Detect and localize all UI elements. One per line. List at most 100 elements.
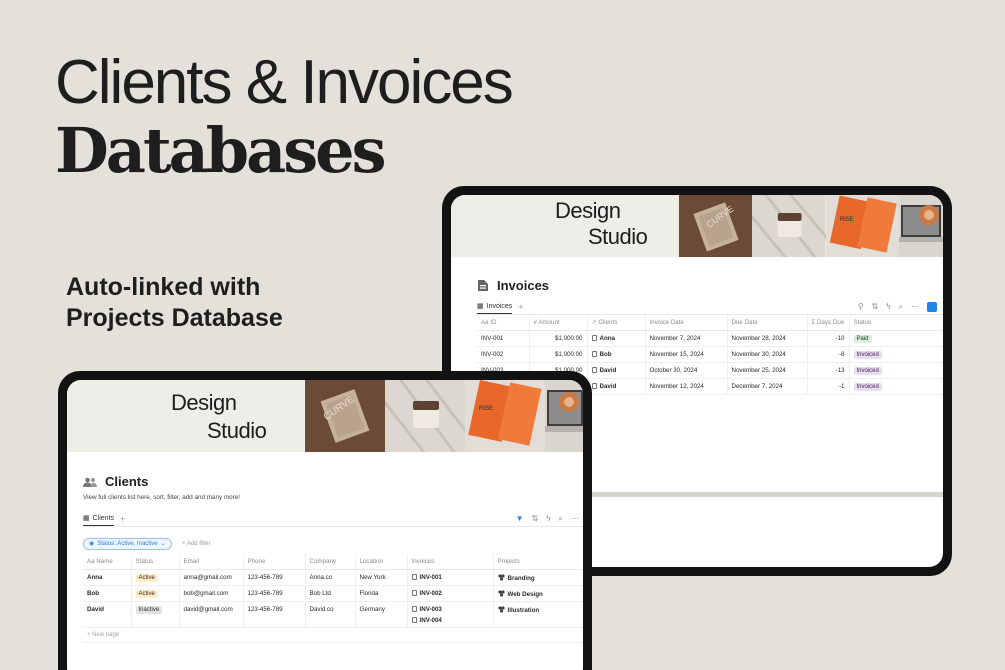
page-icon: [411, 616, 417, 623]
add-view-button[interactable]: +: [518, 302, 523, 312]
brand-logo: Design Studio: [451, 195, 679, 257]
client-email[interactable]: bob@gmail.com: [179, 585, 244, 602]
col-due-date[interactable]: Due Date: [727, 315, 808, 331]
invoice-client-cell[interactable]: Anna: [587, 330, 646, 347]
project-link[interactable]: Illustration: [508, 607, 540, 614]
client-status-cell[interactable]: Inactive: [131, 601, 180, 628]
invoice-client-cell[interactable]: David: [587, 362, 646, 379]
col-phone[interactable]: Phone: [243, 554, 306, 570]
sort-icon[interactable]: ⇅: [872, 302, 879, 311]
col-id[interactable]: Aa ID: [477, 315, 530, 331]
add-filter-button[interactable]: + Add filter: [182, 541, 211, 547]
client-name[interactable]: Anna: [83, 569, 132, 586]
brand-line1: Design: [171, 390, 237, 415]
search-icon[interactable]: ⌕: [559, 514, 563, 524]
new-button[interactable]: [927, 301, 937, 312]
hero-subtitle-line2: Projects Database: [66, 304, 283, 332]
filter-icon[interactable]: ⚲: [858, 302, 864, 311]
col-status[interactable]: Status: [849, 315, 943, 331]
invoice-status-cell[interactable]: Invoiced: [849, 346, 943, 363]
invoice-amount: $1,000.00: [529, 346, 588, 363]
invoice-status-cell[interactable]: Invoiced: [849, 362, 943, 379]
invoice-client[interactable]: Bob: [600, 351, 612, 358]
col-amount[interactable]: # Amount: [529, 315, 588, 331]
page-icon: [411, 605, 417, 612]
tab-invoices[interactable]: ▦ Invoices: [477, 299, 513, 314]
tablet-clients: Design Studio CURVE RISE Clients View fu…: [58, 371, 592, 670]
col-company[interactable]: Company: [305, 554, 356, 570]
invoice-client[interactable]: David: [600, 383, 617, 390]
invoice-link[interactable]: INV-001: [420, 574, 442, 581]
project-link[interactable]: Branding: [508, 575, 535, 582]
client-email[interactable]: david@gmail.com: [179, 601, 244, 628]
project-icon: [497, 605, 505, 613]
tab-clients[interactable]: ▦ Clients: [83, 511, 115, 526]
col-status[interactable]: Status: [131, 554, 180, 570]
status-badge: Invoiced: [853, 366, 882, 375]
invoice-link[interactable]: INV-004: [420, 617, 442, 624]
invoice-relation[interactable]: INV-001: [411, 573, 489, 581]
more-icon[interactable]: ⋯: [911, 302, 919, 311]
col-days-due[interactable]: Σ Days Due: [807, 315, 850, 331]
status-filter-pill[interactable]: ◉ Status: Active, Inactive ⌄: [83, 537, 172, 550]
banner-laptop-photo: [545, 380, 583, 452]
clients-tbody: Anna Active anna@gmail.com 123-456-789 Anna.…: [83, 569, 583, 628]
client-name[interactable]: Bob: [83, 585, 132, 602]
client-status-cell[interactable]: Active: [131, 569, 180, 586]
search-icon[interactable]: ⌕: [899, 302, 903, 312]
sort-icon[interactable]: ⇅: [532, 514, 539, 523]
table-row[interactable]: INV-002 $1,000.00 Bob November 15, 2024 Nove…: [477, 346, 943, 363]
project-link[interactable]: Web Design: [508, 591, 543, 598]
col-name[interactable]: Aa Name: [83, 554, 132, 570]
page-icon: [411, 573, 417, 580]
more-icon[interactable]: ⋯: [571, 514, 579, 523]
client-status-cell[interactable]: Active: [131, 585, 180, 602]
col-email[interactable]: Email: [179, 554, 244, 570]
invoice-client-cell[interactable]: David: [587, 378, 646, 395]
client-invoices-cell[interactable]: INV-003 INV-004: [407, 601, 494, 628]
project-relation[interactable]: Illustration: [497, 605, 580, 614]
invoice-client[interactable]: David: [600, 367, 617, 374]
invoice-client-cell[interactable]: Bob: [587, 346, 646, 363]
add-view-button[interactable]: +: [120, 514, 125, 524]
client-invoices-cell[interactable]: INV-001: [407, 569, 494, 586]
col-clients[interactable]: ↗ Clients: [587, 315, 646, 331]
col-invoice-date[interactable]: Invoice Date: [645, 315, 728, 331]
col-projects[interactable]: Projects: [493, 554, 583, 570]
client-projects-cell[interactable]: Branding: [493, 569, 583, 586]
clients-description: View full clients list here, sort, filte…: [83, 494, 241, 501]
automation-icon[interactable]: ϟ: [886, 302, 890, 311]
invoice-id: INV-002: [477, 346, 530, 363]
page-icon: [591, 366, 597, 373]
client-email[interactable]: anna@gmail.com: [179, 569, 244, 586]
invoice-relation[interactable]: INV-003: [411, 605, 489, 613]
table-row[interactable]: INV-001 $1,000.00 Anna November 7, 2024 Nove…: [477, 330, 943, 347]
col-location[interactable]: Location: [355, 554, 408, 570]
table-row[interactable]: Bob Active bob@gmail.com 123-456-789 Bob Ltd…: [83, 585, 583, 602]
col-invoices[interactable]: Invoices: [407, 554, 494, 570]
project-relation[interactable]: Branding: [497, 573, 580, 582]
invoice-id: INV-001: [477, 330, 530, 347]
client-projects-cell[interactable]: Illustration: [493, 601, 583, 628]
project-relation[interactable]: Web Design: [497, 589, 580, 598]
filter-icon[interactable]: ▼: [516, 514, 524, 523]
client-invoices-cell[interactable]: INV-002: [407, 585, 494, 602]
table-row[interactable]: Anna Active anna@gmail.com 123-456-789 Anna.…: [83, 569, 583, 586]
table-row[interactable]: David Inactive david@gmail.com 123-456-789 D…: [83, 601, 583, 628]
invoice-relation[interactable]: INV-004: [411, 616, 489, 624]
invoice-link[interactable]: INV-002: [420, 590, 442, 597]
invoice-link[interactable]: INV-003: [420, 606, 442, 613]
new-page-button[interactable]: + New page: [83, 628, 583, 643]
banner-book-photo: RISE: [465, 380, 545, 452]
automation-icon[interactable]: ϟ: [546, 514, 550, 523]
due-date: November 25, 2024: [727, 362, 808, 379]
invoice-client[interactable]: Anna: [600, 335, 615, 342]
invoice-relation[interactable]: INV-002: [411, 589, 489, 597]
status-badge: Paid: [853, 334, 872, 343]
invoice-status-cell[interactable]: Paid: [849, 330, 943, 347]
status-badge: Inactive: [135, 605, 163, 614]
client-name[interactable]: David: [83, 601, 132, 628]
invoice-status-cell[interactable]: Invoiced: [849, 378, 943, 395]
hero-subtitle-line1: Auto-linked with: [66, 273, 261, 301]
client-projects-cell[interactable]: Web Design: [493, 585, 583, 602]
